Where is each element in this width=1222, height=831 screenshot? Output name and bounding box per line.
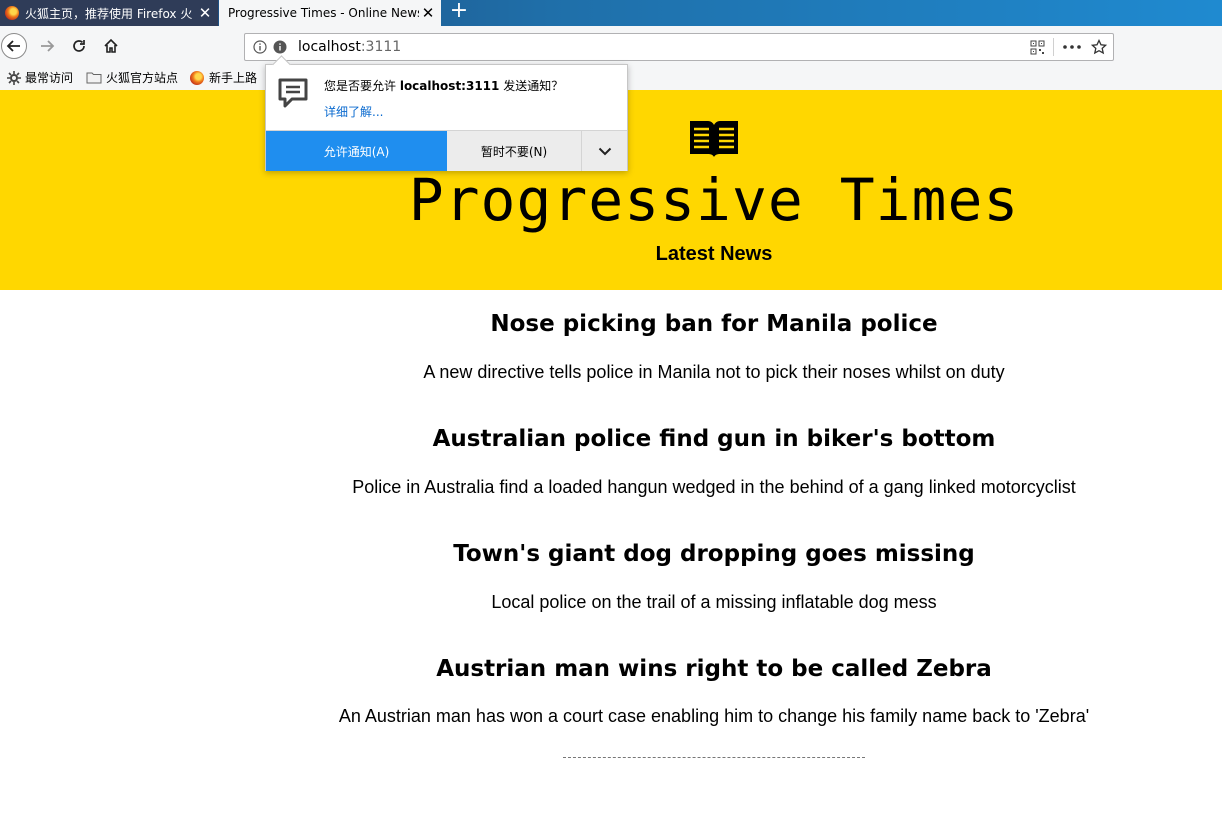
article-headline: Town's giant dog dropping goes missing <box>453 541 975 567</box>
bookmark-most-visited[interactable]: 最常访问 <box>7 69 73 86</box>
url-text[interactable]: localhost:3111 <box>298 39 401 55</box>
url-port: :3111 <box>360 39 402 55</box>
tab-firefox-home[interactable]: 火狐主页，推荐使用 Firefox 火 ✕ <box>0 0 218 26</box>
message-suffix: 发送通知？ <box>499 79 564 93</box>
notification-permission-popup: 您是否要允许 localhost:3111 发送通知？ 详细了解... 允许通知… <box>265 55 628 171</box>
star-icon[interactable] <box>1091 39 1107 55</box>
qr-code-icon[interactable] <box>1030 40 1045 55</box>
url-host: localhost <box>298 39 361 55</box>
tab-progressive-times[interactable]: Progressive Times - Online News ✕ <box>219 0 441 26</box>
article-headline: Australian police find gun in biker's bo… <box>432 426 996 452</box>
article-summary: A new directive tells police in Manila n… <box>423 362 1005 382</box>
tab-label: 火狐主页，推荐使用 Firefox 火 <box>25 6 193 21</box>
new-tab-icon[interactable]: + <box>446 0 472 26</box>
bookmark-getting-started[interactable]: 新手上路 <box>190 69 257 86</box>
info-outline-icon[interactable] <box>253 40 267 54</box>
arrow-right-icon <box>41 40 55 52</box>
popup-button-row: 允许通知(A) 暂时不要(N) <box>266 130 627 171</box>
bookmark-label: 火狐官方站点 <box>106 71 179 85</box>
message-host: localhost:3111 <box>399 79 500 93</box>
site-title: Progressive Times <box>408 166 1020 234</box>
chevron-down-icon <box>598 147 611 155</box>
bookmark-label: 最常访问 <box>25 71 74 85</box>
chat-bubble-icon <box>278 78 308 108</box>
open-book-icon <box>690 121 738 157</box>
firefox-icon <box>190 70 204 85</box>
arrow-left-icon <box>6 40 20 52</box>
firefox-icon <box>5 6 19 20</box>
article-headline: Nose picking ban for Manila police <box>490 311 938 337</box>
learn-more-link[interactable]: 详细了解... <box>324 103 383 120</box>
divider <box>563 757 865 758</box>
message-prefix: 您是否要允许 <box>324 79 400 93</box>
back-button[interactable] <box>1 33 27 59</box>
article-summary: Police in Australia find a loaded hangun… <box>352 477 1076 497</box>
article-headline: Austrian man wins right to be called Zeb… <box>436 656 992 682</box>
not-now-button[interactable]: 暂时不要(N) <box>447 131 582 171</box>
article-summary: Local police on the trail of a missing i… <box>491 592 937 612</box>
more-actions-icon[interactable] <box>1063 45 1081 49</box>
info-icon[interactable] <box>273 40 287 54</box>
article-summary: An Austrian man has won a court case ena… <box>338 706 1090 726</box>
gear-icon <box>7 70 21 85</box>
home-button[interactable] <box>98 33 124 59</box>
url-bar[interactable]: localhost:3111 <box>244 33 1114 61</box>
url-bar-divider <box>1053 38 1054 56</box>
forward-button[interactable] <box>34 33 60 59</box>
bookmark-label: 新手上路 <box>209 71 258 85</box>
close-icon[interactable]: ✕ <box>196 4 214 22</box>
allow-notifications-button[interactable]: 允许通知(A) <box>266 131 447 171</box>
close-icon[interactable]: ✕ <box>419 4 437 22</box>
notification-message: 您是否要允许 localhost:3111 发送通知？ <box>324 77 563 94</box>
bookmark-firefox-official[interactable]: 火狐官方站点 <box>86 69 178 86</box>
folder-icon <box>86 72 102 84</box>
home-icon <box>104 38 118 53</box>
site-subtitle: Latest News <box>655 243 773 265</box>
reload-button[interactable] <box>66 33 92 59</box>
more-options-button[interactable] <box>582 131 627 171</box>
reload-icon <box>73 40 85 52</box>
tab-label: Progressive Times - Online News <box>228 6 419 20</box>
